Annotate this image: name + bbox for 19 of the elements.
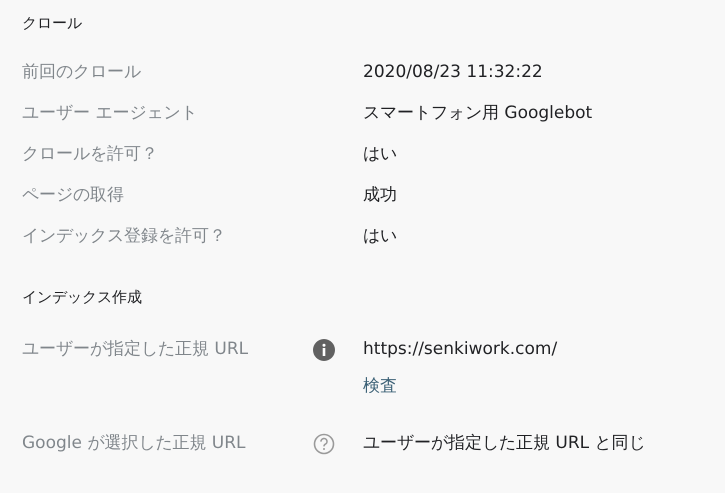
field-label: ユーザー エージェント <box>22 102 198 124</box>
field-label: インデックス登録を許可？ <box>22 224 227 248</box>
info-icon[interactable] <box>313 339 335 361</box>
help-icon[interactable] <box>313 433 335 455</box>
field-value: はい <box>363 144 397 164</box>
field-value: ユーザーが指定した正規 URL と同じ <box>363 433 646 453</box>
section-title: インデックス作成 <box>22 286 143 308</box>
field-value: はい <box>363 226 397 246</box>
section-title: クロール <box>22 13 83 34</box>
field-value: 成功 <box>363 184 397 204</box>
field-value: 2020/08/23 11:32:22 <box>363 62 543 82</box>
field-label: 前回のクロール <box>22 60 142 84</box>
field-label: ページの取得 <box>22 184 125 206</box>
field-value: https://senkiwork.com/ <box>363 339 558 359</box>
field-label: ユーザーが指定した正規 URL <box>22 338 250 361</box>
field-value: スマートフォン用 Googlebot <box>363 102 592 122</box>
field-label: Google が選択した正規 URL <box>22 432 246 455</box>
field-label: クロールを許可？ <box>22 142 159 166</box>
inspect-link[interactable]: 検査 <box>363 376 397 396</box>
